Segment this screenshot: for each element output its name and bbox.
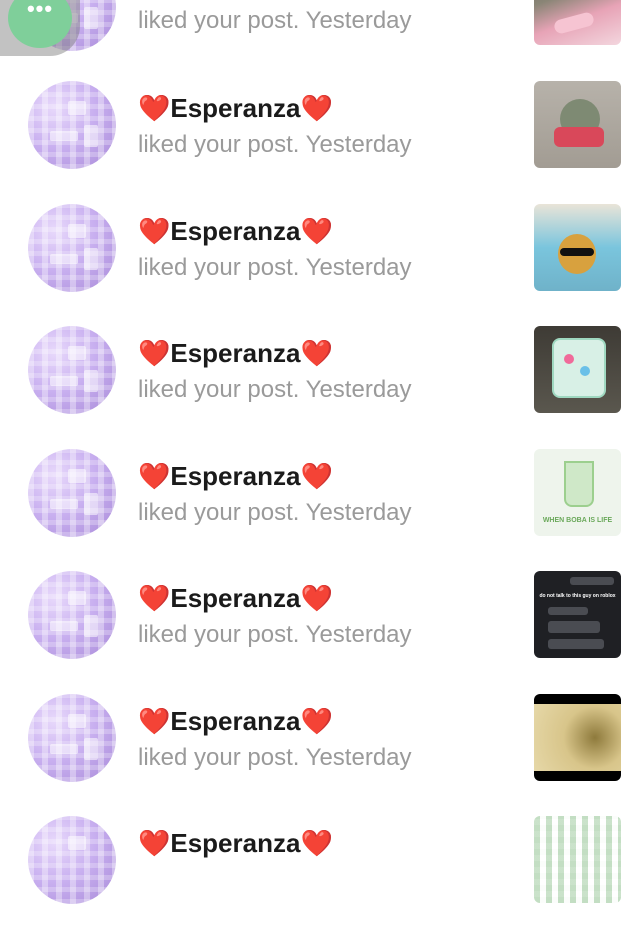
- post-thumbnail[interactable]: [534, 694, 621, 781]
- user-name[interactable]: ❤️Esperanza❤️: [138, 216, 333, 246]
- notification-row[interactable]: ❤️Esperanza❤️: [0, 815, 640, 937]
- avatar[interactable]: [28, 694, 116, 782]
- notification-list: liked your post. Yesterday ❤️Esperanza❤️…: [0, 0, 640, 904]
- heart-icon: ❤️: [300, 338, 333, 368]
- heart-icon: ❤️: [138, 461, 171, 491]
- notification-text: liked your post. Yesterday: [138, 7, 412, 34]
- heart-icon: ❤️: [300, 461, 333, 491]
- notification-row[interactable]: ❤️Esperanza❤️ liked your post. Yesterday: [0, 203, 640, 325]
- avatar[interactable]: [28, 204, 116, 292]
- post-thumbnail[interactable]: do not talk to this guy on roblox: [534, 571, 621, 658]
- notification-text: liked your post. Yesterday: [138, 131, 412, 158]
- notification-text: liked your post. Yesterday: [138, 744, 412, 771]
- notification-row[interactable]: ❤️Esperanza❤️ liked your post. Yesterday…: [0, 570, 640, 692]
- more-dots-icon: •••: [26, 0, 54, 21]
- user-name[interactable]: ❤️Esperanza❤️: [138, 583, 333, 613]
- notification-row[interactable]: ❤️Esperanza❤️ liked your post. Yesterday: [0, 325, 640, 447]
- post-thumbnail[interactable]: [534, 0, 621, 45]
- heart-icon: ❤️: [138, 338, 171, 368]
- user-name[interactable]: ❤️Esperanza❤️: [138, 828, 333, 858]
- user-name[interactable]: ❤️Esperanza❤️: [138, 93, 333, 123]
- post-thumbnail[interactable]: WHEN BOBA IS LIFE: [534, 449, 621, 536]
- notification-text: liked your post. Yesterday: [138, 621, 412, 648]
- heart-icon: ❤️: [300, 216, 333, 246]
- notification-text: liked your post. Yesterday: [138, 499, 412, 526]
- heart-icon: ❤️: [300, 828, 333, 858]
- user-name[interactable]: ❤️Esperanza❤️: [138, 706, 333, 736]
- heart-icon: ❤️: [138, 828, 171, 858]
- notification-text: liked your post. Yesterday: [138, 376, 412, 403]
- heart-icon: ❤️: [138, 583, 171, 613]
- notification-row[interactable]: ❤️Esperanza❤️ liked your post. Yesterday…: [0, 448, 640, 570]
- avatar[interactable]: [28, 571, 116, 659]
- heart-icon: ❤️: [138, 216, 171, 246]
- heart-icon: ❤️: [138, 93, 171, 123]
- notification-text: liked your post. Yesterday: [138, 254, 412, 281]
- floating-menu-overlay[interactable]: •••: [0, 0, 80, 56]
- post-thumbnail[interactable]: [534, 204, 621, 291]
- thumbnail-caption: WHEN BOBA IS LIFE: [542, 517, 613, 524]
- post-thumbnail[interactable]: [534, 326, 621, 413]
- heart-icon: ❤️: [138, 706, 171, 736]
- post-thumbnail[interactable]: [534, 81, 621, 168]
- avatar[interactable]: [28, 81, 116, 169]
- notification-row[interactable]: ❤️Esperanza❤️ liked your post. Yesterday: [0, 80, 640, 202]
- avatar[interactable]: [28, 449, 116, 537]
- heart-icon: ❤️: [300, 706, 333, 736]
- user-name[interactable]: ❤️Esperanza❤️: [138, 338, 333, 368]
- post-thumbnail[interactable]: [534, 816, 621, 903]
- notification-row[interactable]: ❤️Esperanza❤️ liked your post. Yesterday: [0, 693, 640, 815]
- notification-row[interactable]: liked your post. Yesterday: [0, 0, 640, 80]
- heart-icon: ❤️: [300, 583, 333, 613]
- thumbnail-caption: do not talk to this guy on roblox: [539, 593, 616, 599]
- avatar[interactable]: [28, 326, 116, 414]
- user-name[interactable]: ❤️Esperanza❤️: [138, 461, 333, 491]
- heart-icon: ❤️: [300, 93, 333, 123]
- avatar[interactable]: [28, 816, 116, 904]
